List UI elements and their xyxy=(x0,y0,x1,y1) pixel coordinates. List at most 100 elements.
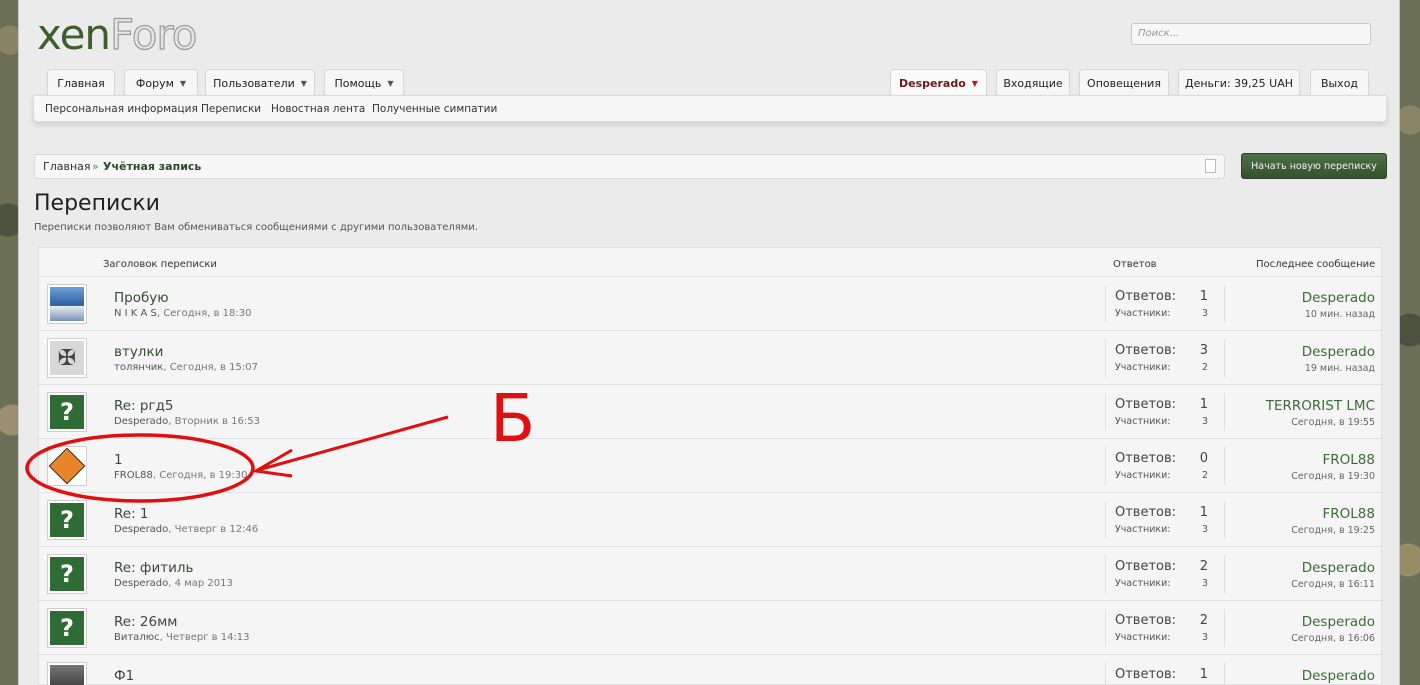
conversation-meta: FROL88, Сегодня, в 19:30 xyxy=(114,470,247,481)
explosives-avatar-icon[interactable] xyxy=(47,446,87,486)
conversation-title[interactable]: втулки xyxy=(114,344,163,360)
last-message-time[interactable]: Сегодня, в 16:11 xyxy=(1291,579,1375,590)
conversation-author[interactable]: Desperado xyxy=(114,578,168,589)
tab-logout[interactable]: Выход xyxy=(1310,69,1369,97)
tab-user-account[interactable]: Desperado ▼ xyxy=(890,69,987,97)
conversation-date: 4 мар 2013 xyxy=(174,578,233,589)
conversation-author[interactable]: Виталюс xyxy=(114,632,160,643)
conversation-author[interactable]: Desperado xyxy=(114,524,168,535)
subnav-personal-info[interactable]: Персональная информация xyxy=(45,103,198,115)
conversation-stats: Ответов: 1 Участники: 3 xyxy=(1105,285,1225,323)
participants-label: Участники: xyxy=(1115,416,1171,427)
participants-count: 2 xyxy=(1201,470,1208,481)
start-conversation-button[interactable]: Начать новую переписку xyxy=(1241,153,1387,179)
replies-label: Ответов: xyxy=(1115,559,1177,574)
table-row[interactable]: Пробую N I K A S, Сегодня, в 18:30 Ответов… xyxy=(39,276,1383,330)
last-message-user[interactable]: Desperado xyxy=(1302,614,1375,630)
conversation-meta: толянчик, Сегодня, в 15:07 xyxy=(114,362,258,373)
conversation-author[interactable]: толянчик xyxy=(114,362,163,373)
last-message-time[interactable]: Сегодня, в 19:55 xyxy=(1291,417,1375,428)
last-message-time[interactable]: Сегодня, в 19:30 xyxy=(1291,471,1375,482)
conversation-meta: Desperado, Вторник в 16:53 xyxy=(114,416,260,427)
site-logo[interactable]: xenForo xyxy=(37,9,198,59)
last-message-time[interactable]: 19 мин. назад xyxy=(1305,363,1375,374)
document-icon[interactable] xyxy=(1205,159,1216,173)
conversation-title[interactable]: 1 xyxy=(114,452,123,468)
tab-users[interactable]: Пользователи ▼ xyxy=(205,69,315,97)
tab-forum[interactable]: Форум ▼ xyxy=(124,69,198,97)
conversation-title[interactable]: Re: 26мм xyxy=(114,614,177,630)
tab-money[interactable]: Деньги: 39,25 UAH xyxy=(1178,69,1300,97)
participants-count: 3 xyxy=(1201,578,1208,589)
breadcrumb-current[interactable]: Учётная запись xyxy=(103,160,201,173)
page-container: xenForo Поиск... Главная Форум ▼ Пользова… xyxy=(18,0,1400,685)
table-row[interactable]: Ф1 Ответов:1Участники: Desperado xyxy=(39,654,1383,685)
last-message-time[interactable]: Сегодня, в 16:06 xyxy=(1291,633,1375,644)
conversation-author[interactable]: N I K A S xyxy=(114,308,157,319)
table-row[interactable]: 1 FROL88, Сегодня, в 19:30 Ответов: 0 Участн… xyxy=(39,438,1383,492)
subnav-news-feed[interactable]: Новостная лента xyxy=(271,103,365,115)
conversation-date: Сегодня, в 15:07 xyxy=(169,362,258,373)
conversation-date: Четверг в 12:46 xyxy=(174,524,259,535)
replies-label: Ответов: xyxy=(1115,505,1177,520)
last-message-user[interactable]: Desperado xyxy=(1302,344,1375,360)
subnav-conversations[interactable]: Переписки xyxy=(201,103,261,115)
question-avatar-icon[interactable]: ? xyxy=(47,500,87,540)
conversation-title[interactable]: Ф1 xyxy=(114,668,134,684)
conversation-stats: Ответов: 1 Участники: 3 xyxy=(1105,501,1225,539)
subnav-likes-received[interactable]: Полученные симпатии xyxy=(372,103,497,115)
question-avatar-icon[interactable]: ? xyxy=(47,392,87,432)
table-row[interactable]: ? Re: 1 Desperado, Четверг в 12:46 Ответов:… xyxy=(39,492,1383,546)
chevron-down-icon: ▼ xyxy=(387,79,394,88)
dark-avatar-icon[interactable] xyxy=(47,662,87,685)
tab-logout-label: Выход xyxy=(1320,77,1359,90)
replies-label: Ответов: xyxy=(1115,397,1177,412)
column-last-message-header[interactable]: Последнее сообщение xyxy=(1256,259,1375,270)
chevron-down-icon: ▼ xyxy=(971,79,978,88)
question-avatar-icon[interactable]: ? xyxy=(47,608,87,648)
conversation-stats: Ответов: 0 Участники: 2 xyxy=(1105,447,1225,485)
last-message-user[interactable]: TERRORIST LMC xyxy=(1266,398,1375,414)
eagle-avatar-icon[interactable]: ✠ xyxy=(47,338,87,378)
last-message-time[interactable]: Сегодня, в 19:25 xyxy=(1291,525,1375,536)
conversation-title[interactable]: Re: фитиль xyxy=(114,560,193,576)
tab-money-label: Деньги: 39,25 UAH xyxy=(1184,77,1293,90)
participants-count: 3 xyxy=(1201,416,1208,427)
conversation-date: Вторник в 16:53 xyxy=(174,416,260,427)
ship-avatar-icon[interactable] xyxy=(47,284,87,324)
replies-count: 1 xyxy=(1199,289,1208,304)
last-message-user[interactable]: Desperado xyxy=(1302,560,1375,576)
participants-count: 3 xyxy=(1201,308,1208,319)
table-row[interactable]: ? Re: фитиль Desperado, 4 мар 2013 Ответов:… xyxy=(39,546,1383,600)
table-row[interactable]: ? Re: ргд5 Desperado, Вторник в 16:53 Ответ… xyxy=(39,384,1383,438)
table-row[interactable]: ? Re: 26мм Виталюс, Четверг в 14:13 Ответов… xyxy=(39,600,1383,654)
tab-alerts[interactable]: Оповещения xyxy=(1079,69,1169,97)
breadcrumb-home[interactable]: Главная xyxy=(43,160,91,173)
table-row[interactable]: ✠ втулки толянчик, Сегодня, в 15:07 Ответов… xyxy=(39,330,1383,384)
conversation-author[interactable]: Desperado xyxy=(114,416,168,427)
search-input[interactable]: Поиск... xyxy=(1131,23,1371,45)
participants-count: 3 xyxy=(1201,524,1208,535)
tab-user-label: Desperado xyxy=(899,77,966,90)
question-avatar-icon[interactable]: ? xyxy=(47,554,87,594)
column-replies-header[interactable]: Ответов xyxy=(1113,259,1157,270)
conversation-title[interactable]: Пробую xyxy=(114,290,169,306)
conversation-title[interactable]: Re: 1 xyxy=(114,506,149,522)
last-message-user[interactable]: FROL88 xyxy=(1323,506,1375,522)
last-message-user[interactable]: Desperado xyxy=(1302,290,1375,306)
conversation-title[interactable]: Re: ргд5 xyxy=(114,398,174,414)
tab-inbox[interactable]: Входящие xyxy=(996,69,1070,97)
replies-count: 2 xyxy=(1199,613,1208,628)
conversation-author[interactable]: FROL88 xyxy=(114,470,153,481)
conversation-stats: Ответов:1Участники: xyxy=(1105,663,1225,685)
chevron-down-icon: ▼ xyxy=(300,79,307,88)
tab-help[interactable]: Помощь ▼ xyxy=(324,69,404,97)
column-title-header[interactable]: Заголовок переписки xyxy=(103,259,217,270)
last-message-user[interactable]: FROL88 xyxy=(1323,452,1375,468)
last-message-time[interactable]: 10 мин. назад xyxy=(1305,309,1375,320)
replies-label: Ответов: xyxy=(1115,667,1177,682)
tab-home[interactable]: Главная xyxy=(47,69,115,97)
participants-count: 3 xyxy=(1201,632,1208,643)
last-message-user[interactable]: Desperado xyxy=(1302,668,1375,684)
participants-label: Участники: xyxy=(1115,362,1171,373)
